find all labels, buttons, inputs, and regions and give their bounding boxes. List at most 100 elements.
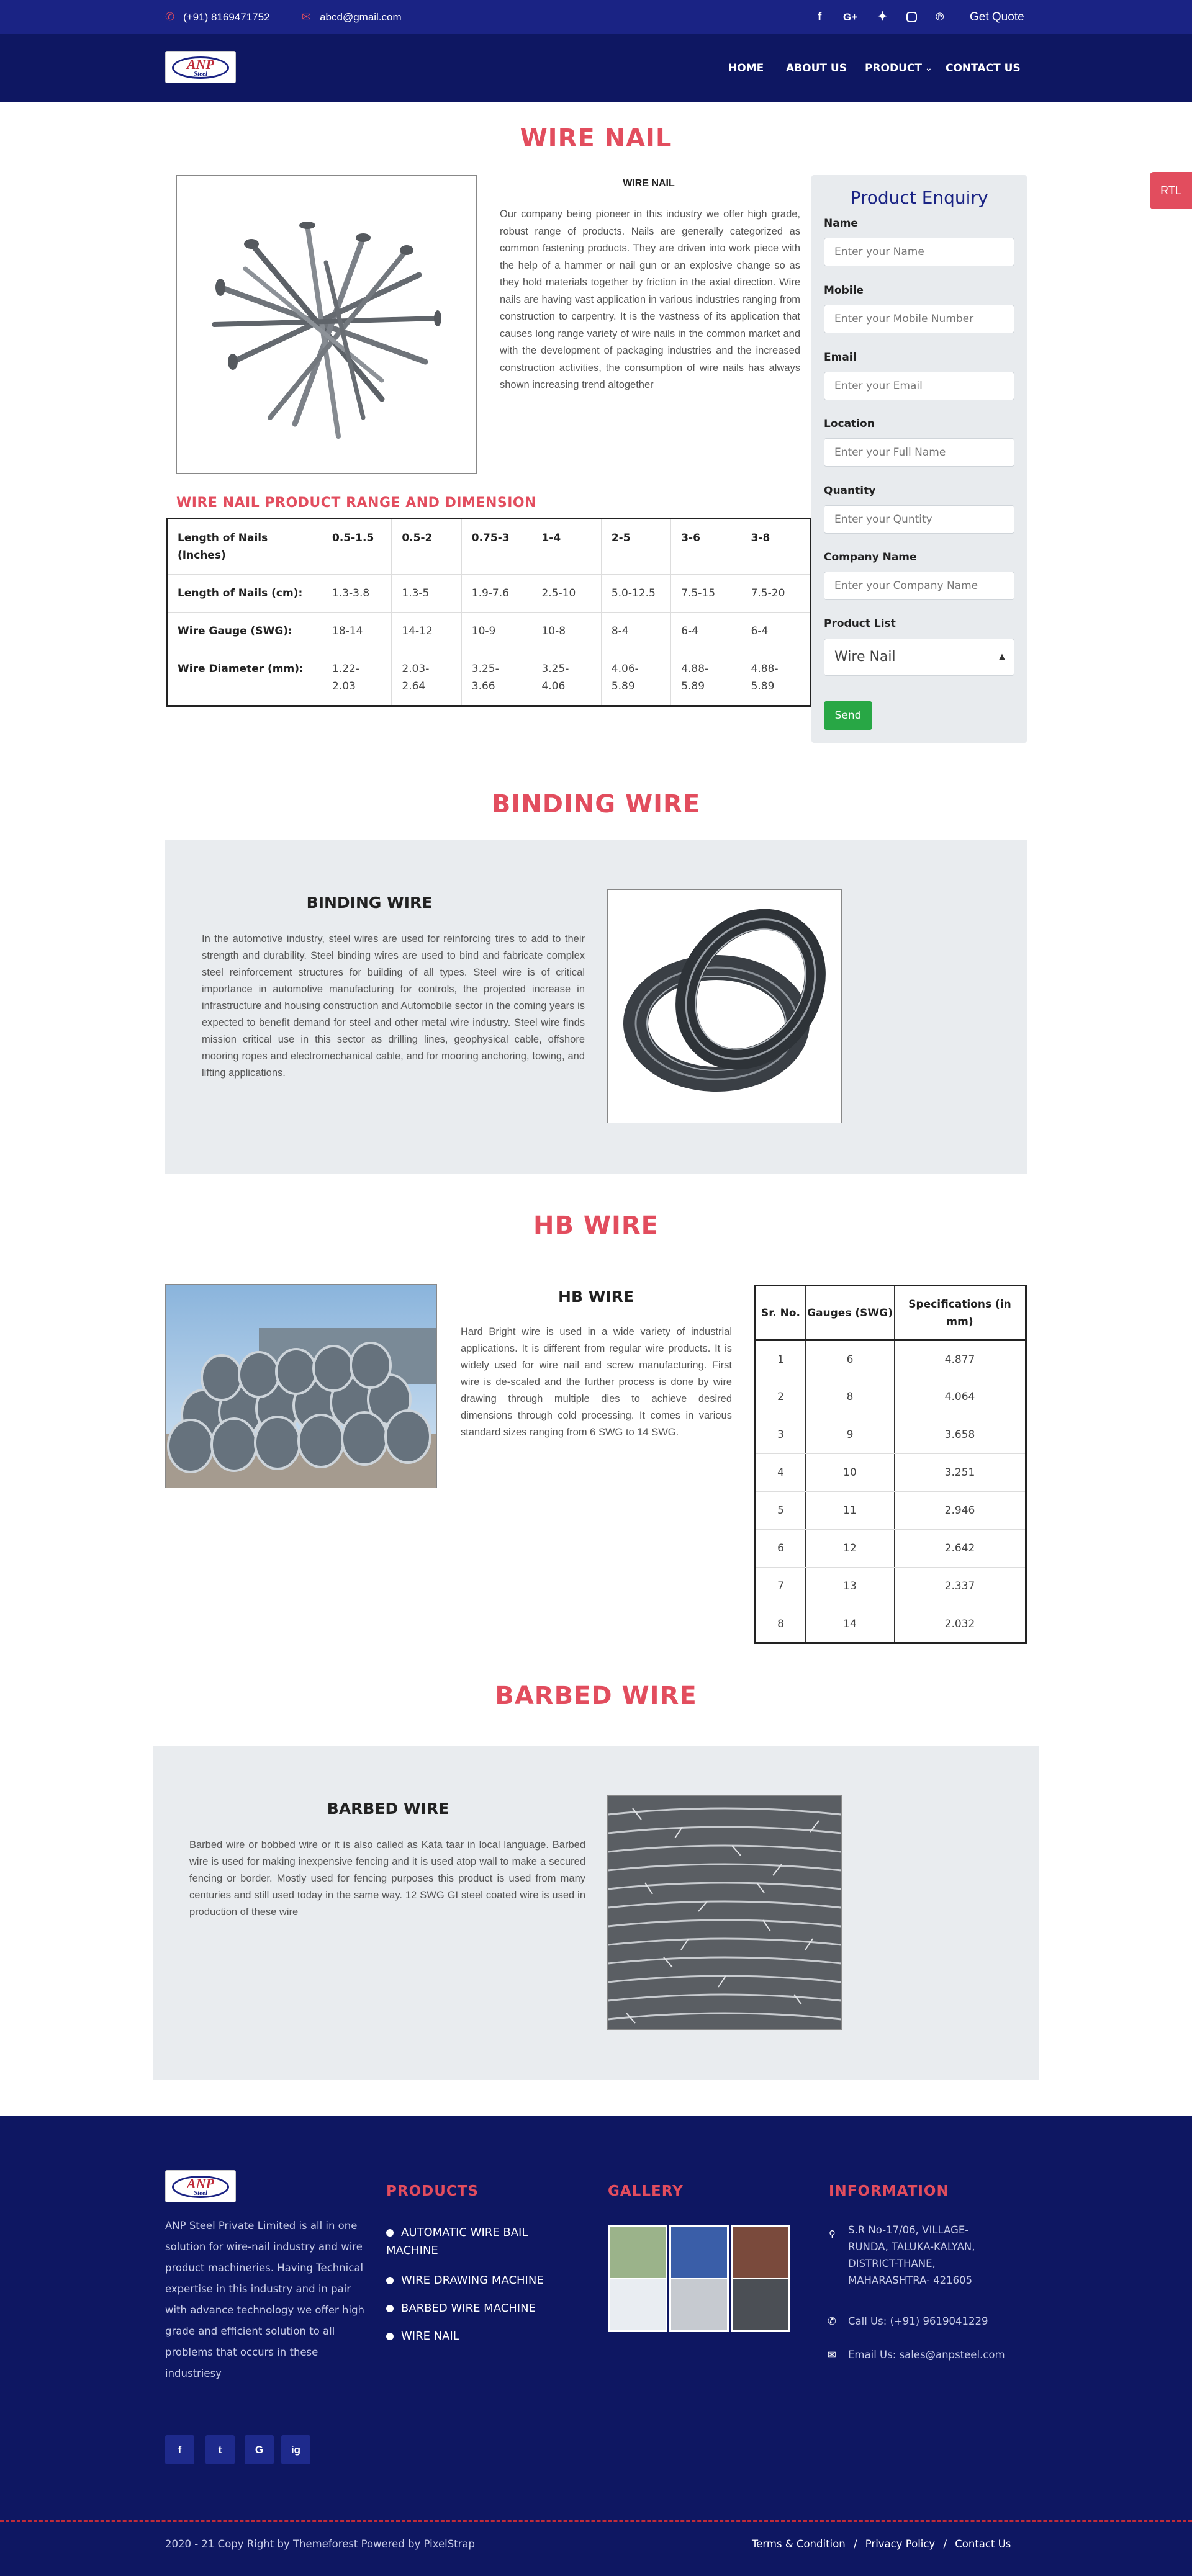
table-row: Wire Gauge (SWG): 18-14 14-12 10-9 10-8 … xyxy=(166,612,812,650)
email-input[interactable]: Enter your Email xyxy=(824,372,1014,400)
table-cell: 3.658 xyxy=(894,1416,1026,1454)
nav-home[interactable]: HOME xyxy=(728,34,764,102)
table-header-cell: Specifications (in mm) xyxy=(894,1285,1026,1341)
quantity-label: Quantity xyxy=(824,485,876,497)
table-cell: 6 xyxy=(755,1529,806,1568)
footer-logo[interactable]: ANP Steel xyxy=(165,2170,236,2202)
mail-icon: ✉ xyxy=(302,11,312,23)
gallery-thumbnail[interactable] xyxy=(608,2278,667,2332)
barbed-wire-description: Barbed wire or bobbed wire or it is also… xyxy=(189,1839,585,1918)
table-cell: 10-9 xyxy=(461,612,532,650)
table-header-cell: 2-5 xyxy=(601,518,672,575)
instagram-icon[interactable] xyxy=(906,0,917,34)
enquiry-title: Product Enquiry xyxy=(850,187,988,208)
table-cell: 4.877 xyxy=(894,1340,1026,1378)
table-cell: 14-12 xyxy=(391,612,462,650)
nav-about-us[interactable]: ABOUT US xyxy=(786,34,847,102)
wire-nail-image xyxy=(176,175,477,474)
table-cell: 5.0-12.5 xyxy=(601,574,672,613)
footer-email[interactable]: Email Us: sales@anpsteel.com xyxy=(848,2345,1005,2366)
phone-contact[interactable]: ✆ (+91) 8169471752 xyxy=(165,0,270,34)
gallery-thumbnail[interactable] xyxy=(669,2225,729,2279)
gallery-thumbnail[interactable] xyxy=(608,2225,667,2279)
table-row: 7 13 2.337 xyxy=(755,1567,1026,1605)
location-input[interactable]: Enter your Full Name xyxy=(824,438,1014,467)
footer-product-link[interactable]: AUTOMATIC WIRE BAIL MACHINE xyxy=(386,2224,572,2260)
footer-address: S.R No-17/06, VILLAGE-RUNDA, TALUKA-KALY… xyxy=(848,2224,975,2286)
footer-call[interactable]: Call Us: (+91) 9619041229 xyxy=(848,2311,988,2332)
gallery-thumbnail[interactable] xyxy=(669,2278,729,2332)
table-cell: 8 xyxy=(805,1378,895,1416)
footer-product-link[interactable]: WIRE NAIL xyxy=(386,2327,585,2345)
google-icon[interactable]: G xyxy=(245,2435,274,2464)
table-cell: 10 xyxy=(805,1453,895,1492)
table-cell: 12 xyxy=(805,1529,895,1568)
product-enquiry-form: Product Enquiry Name Enter your Name Mob… xyxy=(811,175,1027,743)
name-input[interactable]: Enter your Name xyxy=(824,238,1014,266)
table-cell: 13 xyxy=(805,1567,895,1605)
wire-nail-dimension-table: Length of Nails (Inches) 0.5-1.5 0.5-2 0… xyxy=(166,518,812,707)
table-cell: 8-4 xyxy=(601,612,672,650)
table-header-row: Sr. No. Gauges (SWG) Specifications (in … xyxy=(755,1285,1026,1341)
gallery-thumbnail[interactable] xyxy=(731,2278,790,2332)
mobile-input[interactable]: Enter your Mobile Number xyxy=(824,305,1014,333)
table-cell: 6-4 xyxy=(670,612,741,650)
table-cell: 6 xyxy=(805,1340,895,1378)
google-plus-icon[interactable]: G+ xyxy=(843,0,857,34)
footer-product-link[interactable]: BARBED WIRE MACHINE xyxy=(386,2299,585,2317)
nav-product[interactable]: PRODUCT xyxy=(865,34,922,102)
phone-icon: ✆ xyxy=(165,11,175,23)
barbed-wire-subtitle: BARBED WIRE xyxy=(327,1800,449,1818)
top-bar: ✆ (+91) 8169471752 ✉ abcd@gmail.com f G+ ✦… xyxy=(0,0,1192,34)
table-header-cell: 0.5-2 xyxy=(391,518,462,575)
terms-link[interactable]: Terms & Condition xyxy=(752,2538,846,2550)
contact-link[interactable]: Contact Us xyxy=(955,2538,1011,2550)
logo[interactable]: ANP Steel xyxy=(165,51,236,83)
footer-product-link[interactable]: WIRE DRAWING MACHINE xyxy=(386,2271,585,2289)
table-row: 8 14 2.032 xyxy=(755,1605,1026,1643)
phone-text: (+91) 8169471752 xyxy=(183,11,270,23)
twitter-icon[interactable]: ✦ xyxy=(877,0,888,34)
company-label: Company Name xyxy=(824,551,917,563)
footer-about-text: ANP Steel Private Limited is all in one … xyxy=(165,2220,365,2379)
table-header-cell: 3-8 xyxy=(741,518,812,575)
table-cell: 9 xyxy=(805,1416,895,1454)
table-row: 4 10 3.251 xyxy=(755,1453,1026,1492)
name-label: Name xyxy=(824,217,858,230)
table-cell: Wire Gauge (SWG): xyxy=(166,612,322,650)
copyright-text: 2020 - 21 Copy Right by Themeforest Powe… xyxy=(165,2538,476,2550)
table-header-cell: Gauges (SWG) xyxy=(805,1285,895,1341)
company-input[interactable]: Enter your Company Name xyxy=(824,572,1014,600)
rss-icon[interactable]: ℗ xyxy=(936,0,944,34)
twitter-icon[interactable]: t xyxy=(205,2435,235,2464)
circle-chevron-icon xyxy=(386,2229,394,2237)
table-cell: Length of Nails (cm): xyxy=(166,574,322,613)
email-contact[interactable]: ✉ abcd@gmail.com xyxy=(302,0,402,34)
product-list-label: Product List xyxy=(824,617,896,630)
table-cell: 8 xyxy=(755,1605,806,1643)
logo-subtext: Steel xyxy=(194,70,207,78)
get-quote-link[interactable]: Get Quote xyxy=(970,0,1024,34)
product-select[interactable]: Wire Nail ▲ xyxy=(824,639,1014,676)
map-marker-icon: ⚲ xyxy=(829,2228,836,2240)
quantity-input[interactable]: Enter your Quntity xyxy=(824,505,1014,534)
table-cell: 4 xyxy=(755,1453,806,1492)
hb-wire-title: HB WIRE xyxy=(533,1211,659,1240)
chevron-down-icon[interactable]: ⌄ xyxy=(925,34,932,102)
gallery-thumbnail[interactable] xyxy=(731,2225,790,2279)
privacy-link[interactable]: Privacy Policy xyxy=(865,2538,935,2550)
table-cell: 1.3-5 xyxy=(391,574,462,613)
link-separator: / xyxy=(853,2538,857,2550)
table-cell: 5 xyxy=(755,1491,806,1530)
table-cell: 3.251 xyxy=(894,1453,1026,1492)
nav-contact-us[interactable]: CONTACT US xyxy=(946,34,1021,102)
footer-product-label: WIRE DRAWING MACHINE xyxy=(401,2274,544,2287)
facebook-icon[interactable]: f xyxy=(818,0,821,34)
send-button[interactable]: Send xyxy=(824,701,872,730)
table-cell: 1.9-7.6 xyxy=(461,574,532,613)
table-cell: 6-4 xyxy=(741,612,812,650)
rtl-toggle[interactable]: RTL xyxy=(1150,172,1192,209)
facebook-icon[interactable]: f xyxy=(165,2435,194,2464)
email-label: Email xyxy=(824,351,857,364)
instagram-icon[interactable]: ig xyxy=(281,2435,310,2464)
